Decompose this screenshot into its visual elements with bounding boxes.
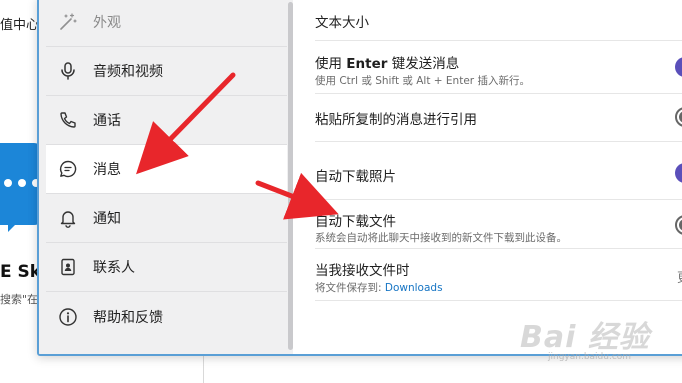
bell-icon [57,207,79,229]
setting-text-size[interactable]: 文本大小 正 [315,0,682,41]
auto-download-files-toggle[interactable] [675,215,682,235]
messages-settings-panel: 文本大小 正 使用 Enter 键发送消息 使用 Ctrl 或 Shift 或 … [293,0,682,354]
setting-subtitle: 使用 Ctrl 或 Shift 或 Alt + Enter 插入新行。 [315,75,530,87]
setting-subtitle: 将文件保存到: Downloads [315,282,443,294]
watermark-url: jingyan.baidu.com [548,352,632,362]
background-divider [203,355,204,383]
auto-download-photos-toggle[interactable] [675,163,682,183]
setting-paste-quote: 粘贴所复制的消息进行引用 [315,93,682,142]
sidebar-item-label: 音频和视频 [93,64,163,80]
setting-title: 自动下载照片 [315,169,396,185]
sidebar-item-label: 消息 [93,162,121,178]
sidebar-item-notifications[interactable]: 通知 [46,194,287,243]
watermark-logo: Bai 经验 [520,320,650,355]
paste-quote-toggle[interactable] [675,107,682,127]
setting-title: 文本大小 [315,15,369,31]
sidebar-item-messages[interactable]: 消息 [46,145,287,194]
setting-title: 自动下载文件 [315,214,396,230]
enter-to-send-toggle[interactable] [675,57,682,77]
sidebar-item-label: 外观 [93,15,121,31]
contact-book-icon [57,256,79,278]
change-folder-button[interactable]: 更改 [677,267,682,286]
chat-bubble-icon [57,158,79,180]
background-text-low: 搜索"在 [0,293,39,306]
sidebar-item-audio-video[interactable]: 音频和视频 [46,47,287,96]
setting-title: 当我接收文件时 [315,263,410,279]
setting-enter-to-send: 使用 Enter 键发送消息 使用 Ctrl 或 Shift 或 Alt + E… [315,40,682,94]
settings-dialog: 外观 音频和视频 通话 消息 通知 联系人 帮助和反馈 文本大小 使用 Ente… [37,0,682,356]
magic-wand-icon [57,11,79,33]
bubble-dot [18,179,26,187]
downloads-folder-link[interactable]: Downloads [385,282,443,294]
sidebar-item-label: 联系人 [93,260,135,276]
background-heading: E Sk [0,262,42,282]
sidebar-item-label: 帮助和反馈 [93,309,163,326]
setting-subtitle: 系统会自动将此聊天中接收到的新文件下载到此设备。 [315,232,567,244]
sidebar-item-appearance[interactable]: 外观 [46,0,287,47]
chat-bubble-tail [8,214,26,232]
sidebar-item-label: 通知 [93,211,121,227]
background-text-top: 值中心 [0,18,40,33]
microphone-icon [57,60,79,82]
bubble-dot [4,179,12,187]
setting-auto-download-files: 自动下载文件 系统会自动将此聊天中接收到的新文件下载到此设备。 [315,199,682,249]
setting-title: 使用 Enter 键发送消息 [315,56,460,72]
setting-receive-files: 当我接收文件时 将文件保存到: Downloads 更改 [315,248,682,301]
sidebar-item-contacts[interactable]: 联系人 [46,243,287,292]
phone-icon [57,109,79,131]
sidebar-item-label: 通话 [93,113,121,129]
sidebar-item-calls[interactable]: 通话 [46,96,287,145]
sidebar-item-help-feedback[interactable]: 帮助和反馈 [46,292,287,341]
info-icon [57,306,79,328]
setting-title: 粘贴所复制的消息进行引用 [315,112,477,128]
settings-sidebar: 外观 音频和视频 通话 消息 通知 联系人 帮助和反馈 [39,0,287,354]
setting-auto-download-photos: 自动下载照片 [315,141,682,200]
